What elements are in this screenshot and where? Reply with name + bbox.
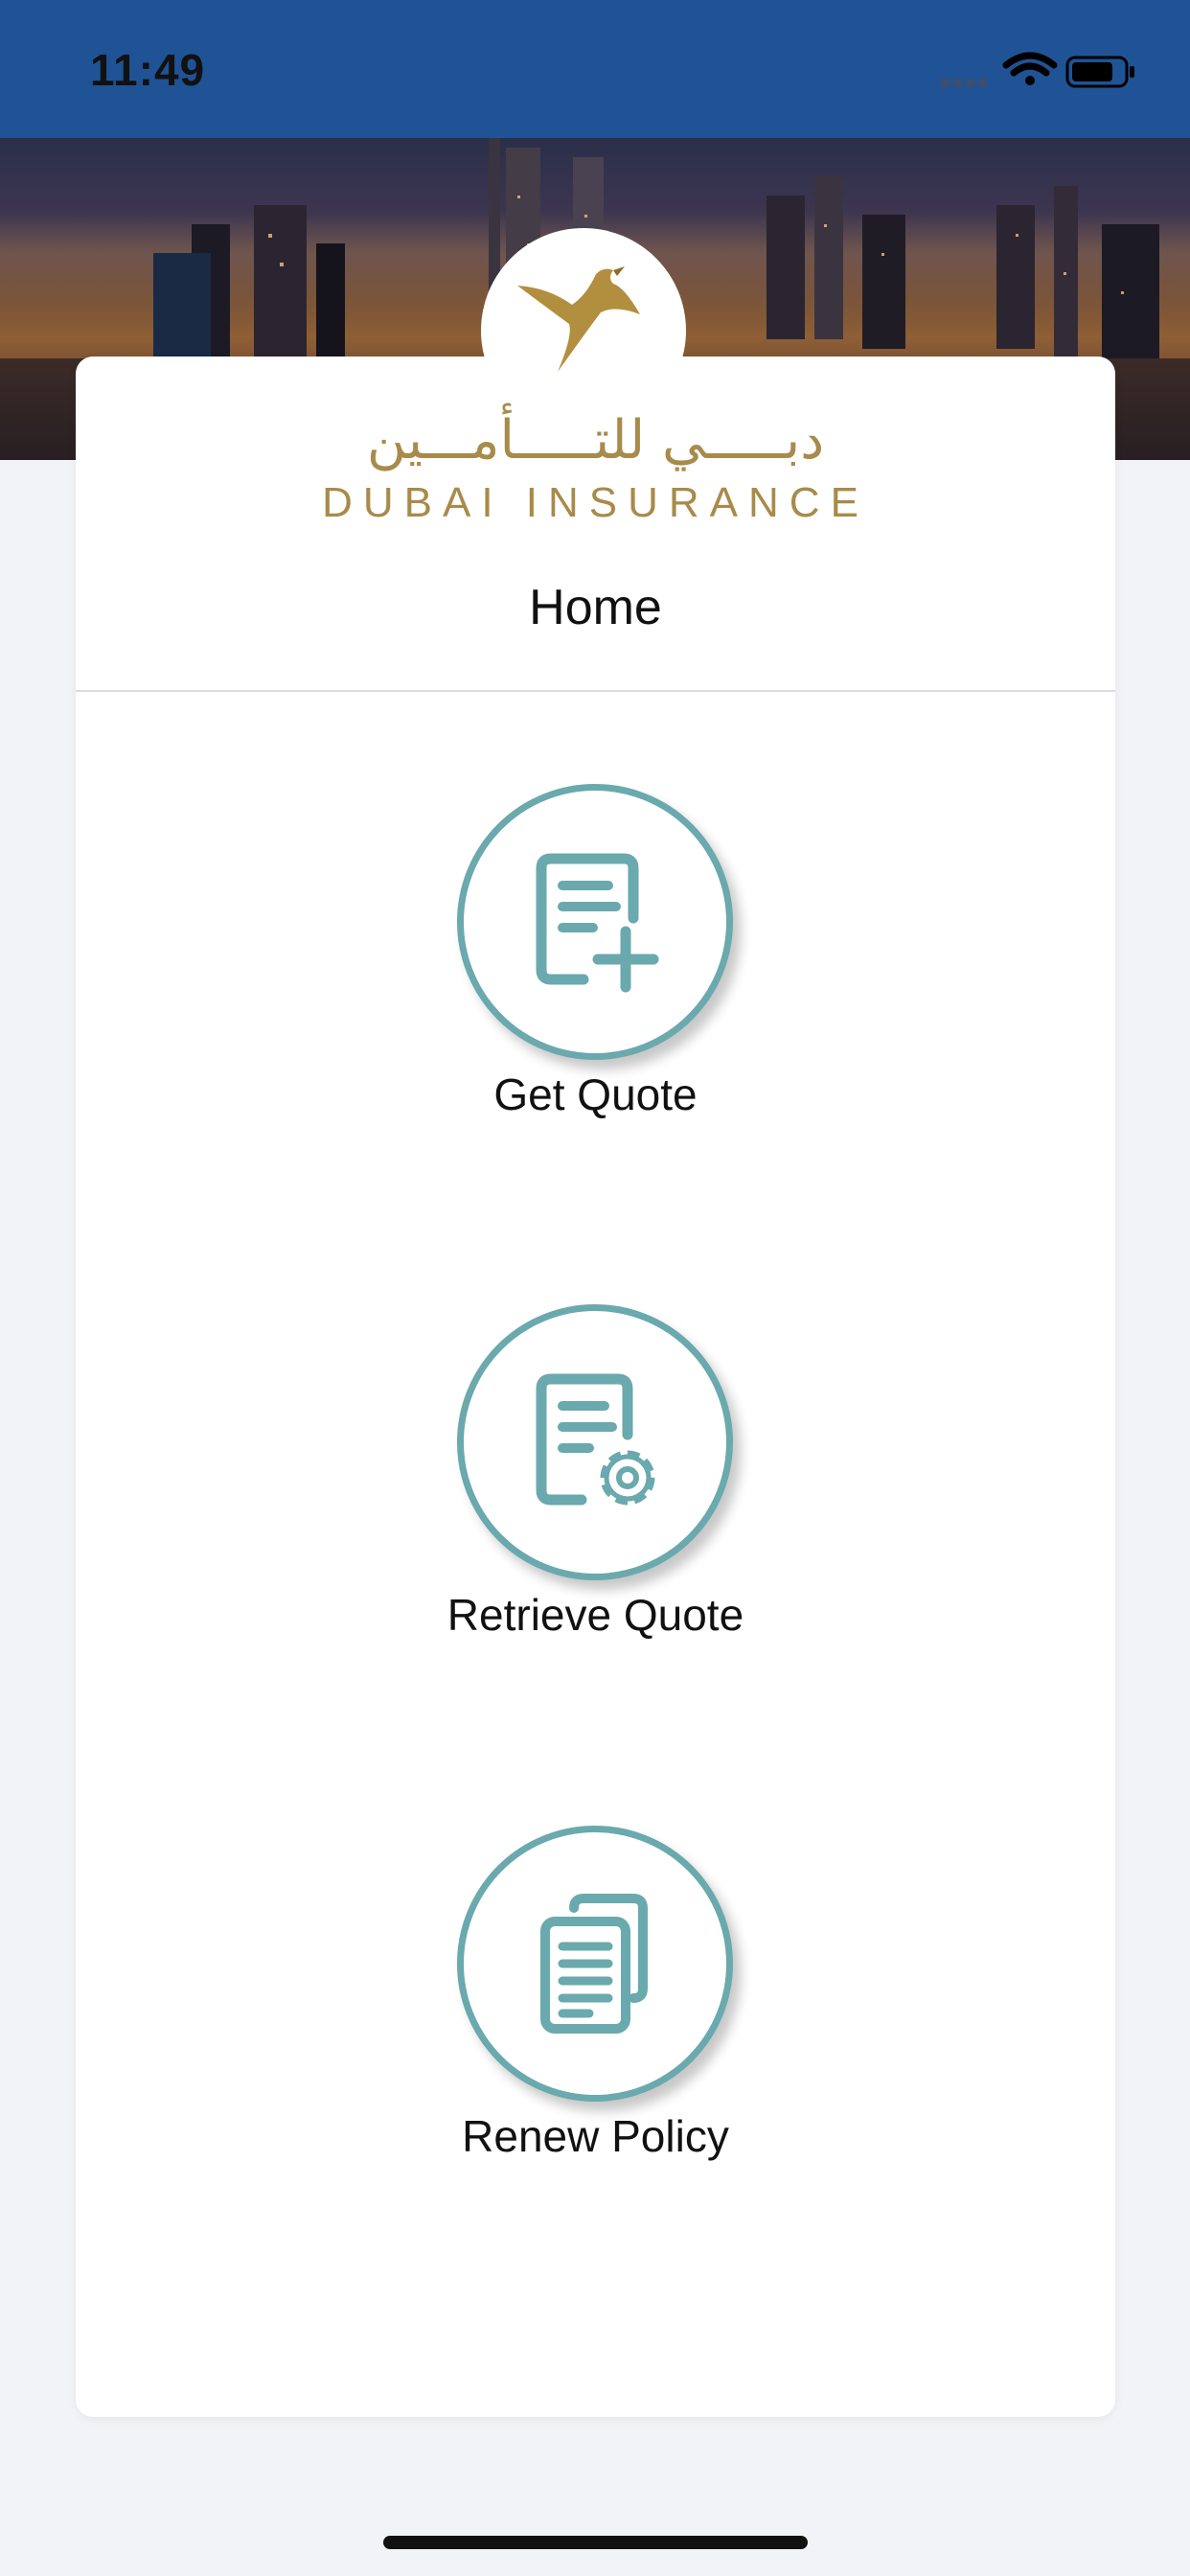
wifi-icon (1002, 52, 1058, 85)
status-time: 11:49 (90, 45, 206, 95)
retrieve-quote-button[interactable]: Retrieve Quote (76, 1304, 1115, 1668)
page-title: Home (529, 580, 662, 635)
divider (76, 690, 1115, 692)
renew-policy-circle[interactable] (457, 1826, 733, 2102)
retrieve-quote-circle[interactable] (457, 1304, 733, 1580)
brand-english-name: DUBAI INSURANCE (322, 479, 869, 526)
status-bar: 11:49 (0, 0, 1190, 138)
status-icons (941, 52, 1134, 88)
battery-icon (1065, 56, 1134, 88)
brand-wordmark: دبـــــي للتـــــأمـــين DUBAI INSURANCE (76, 412, 1115, 529)
get-quote-label: Get Quote (493, 1070, 698, 1119)
logo-badge (481, 228, 686, 433)
falcon-logo-icon (517, 266, 640, 372)
get-quote-circle[interactable] (457, 784, 733, 1060)
retrieve-quote-label: Retrieve Quote (446, 1590, 744, 1640)
document-add-icon (536, 853, 659, 993)
signal-icon (941, 79, 987, 87)
home-indicator[interactable] (383, 2536, 808, 2549)
brand-arabic-name: دبـــــي للتـــــأمـــين (366, 409, 825, 472)
document-settings-icon (536, 1373, 655, 1506)
get-quote-button[interactable]: Get Quote (76, 784, 1115, 1148)
documents-copy-icon (540, 1894, 648, 2034)
renew-policy-label: Renew Policy (462, 2111, 729, 2161)
renew-policy-button[interactable]: Renew Policy (76, 1826, 1115, 2190)
